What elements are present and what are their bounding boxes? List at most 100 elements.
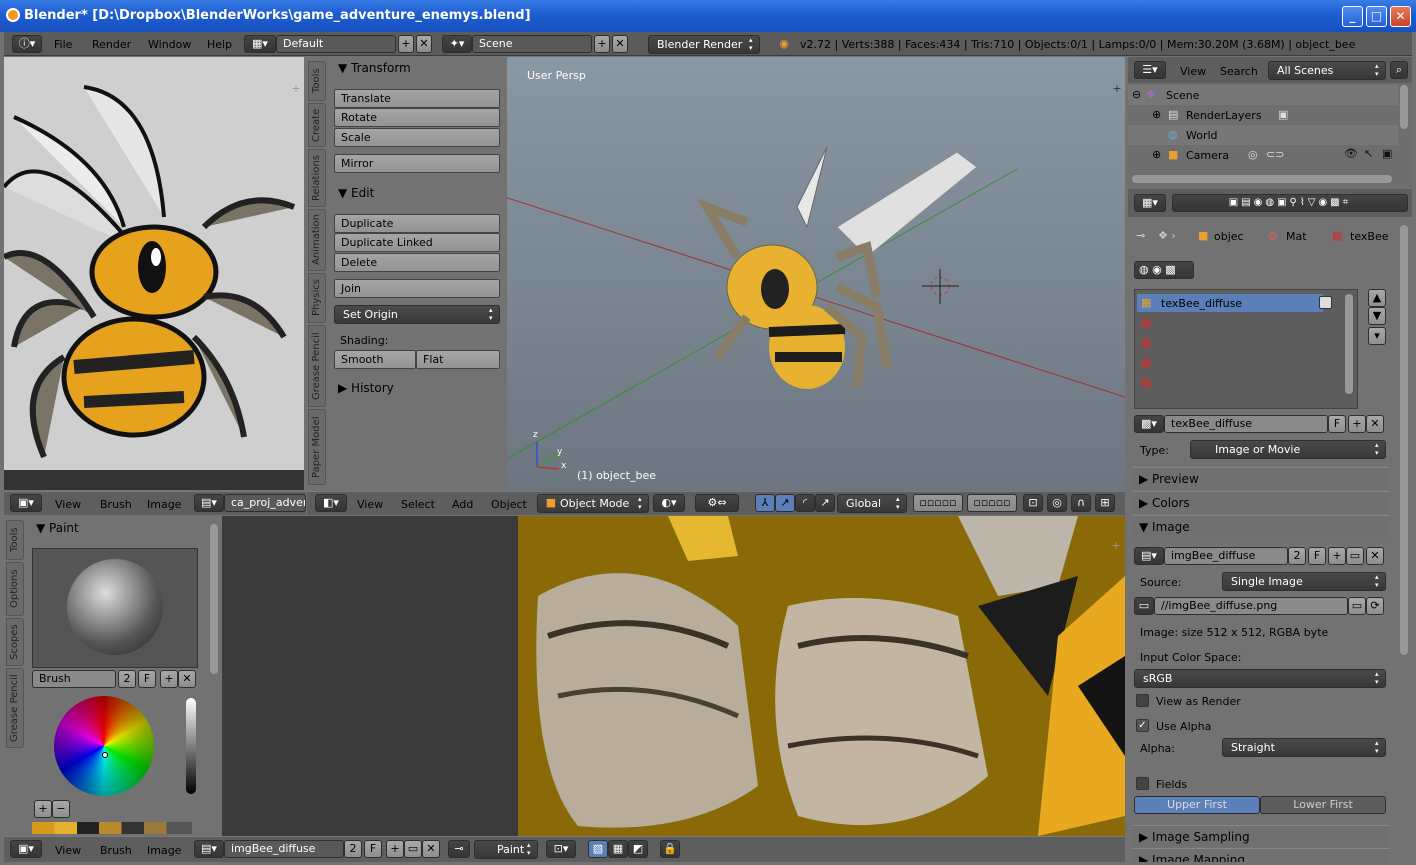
brush-name-field[interactable]: Brush [32, 670, 116, 688]
lock-icon[interactable]: 🔒 [660, 840, 680, 858]
brush-add-button[interactable]: + [160, 670, 178, 688]
texture-add-button[interactable]: + [1348, 415, 1366, 433]
tab-create[interactable]: Create [308, 103, 326, 147]
properties-scrollbar[interactable] [1400, 225, 1408, 655]
tab-options[interactable]: Options [6, 562, 24, 616]
menu-window[interactable]: Window [148, 38, 191, 51]
snap-icon[interactable]: ∩ [1071, 494, 1091, 512]
outliner-row-world[interactable]: ◍ World [1128, 125, 1398, 145]
outliner-row-scene[interactable]: ⊖ ❖ Scene [1128, 85, 1398, 105]
image-filepath-field[interactable]: //imgBee_diffuse.png [1154, 597, 1348, 615]
3d-viewport[interactable]: User Persp z y x (1) object_bee + [507, 57, 1125, 490]
menu-image-bottom[interactable]: Image [147, 844, 181, 857]
editor-type-3d-icon[interactable]: ◧▾ [315, 494, 347, 512]
texture-context-buttons[interactable]: ◍ ◉ ▩ [1134, 261, 1194, 279]
brush-fake-user-button[interactable]: F [138, 670, 156, 688]
image-open-props[interactable]: ▭ [1346, 547, 1364, 565]
render-camera-icon[interactable]: ▣ [1382, 147, 1392, 160]
expand-icon[interactable]: ⊖ [1132, 88, 1141, 101]
outliner-row-camera[interactable]: ⊕ ■ Camera ◎ ⊂⊃ 👁 ↖ ▣ [1128, 145, 1398, 165]
menu-object[interactable]: Object [491, 498, 527, 511]
texture-fake-user-button[interactable]: F [1328, 415, 1346, 433]
image-fake-user-props[interactable]: F [1308, 547, 1326, 565]
browse-file-button[interactable]: ▭ [1348, 597, 1366, 615]
viewport-shading-icon[interactable]: ◐▾ [653, 494, 685, 512]
empty-slot-icon[interactable]: ▩ [1141, 316, 1151, 329]
snap-element-icon[interactable]: ⊞ [1095, 494, 1115, 512]
draw-channels-z-icon[interactable]: ◩ [628, 840, 648, 858]
outliner-vscrollbar[interactable] [1400, 85, 1408, 129]
menu-brush[interactable]: Brush [100, 498, 132, 511]
scene-icon[interactable]: ✦▾ [442, 35, 472, 53]
outliner-hscrollbar[interactable] [1132, 175, 1392, 183]
image-open-button[interactable]: ▭ [404, 840, 422, 858]
join-button[interactable]: Join [334, 279, 500, 298]
move-slot-down-button[interactable]: ▼ [1368, 307, 1386, 325]
editor-type-properties-icon[interactable]: ▦▾ [1134, 194, 1166, 212]
brush-users-count[interactable]: 2 [118, 670, 136, 688]
menu-view-3d[interactable]: View [357, 498, 383, 511]
image-sampling-panel-header[interactable]: ▶ Image Sampling [1133, 825, 1389, 847]
menu-file[interactable]: File [54, 38, 72, 51]
move-slot-up-button[interactable]: ▲ [1368, 289, 1386, 307]
brush-preview[interactable] [32, 548, 198, 668]
texture-browse-icon[interactable]: ▩▾ [1134, 415, 1164, 433]
rotate-manipulator-icon[interactable]: ◜ [795, 494, 815, 512]
value-slider[interactable] [186, 698, 196, 794]
menu-view[interactable]: View [55, 498, 81, 511]
expand-icon[interactable]: ⊕ [1152, 108, 1161, 121]
tab-tools-paint[interactable]: Tools [6, 520, 24, 560]
empty-slot-icon[interactable]: ▩ [1141, 376, 1151, 389]
add-layout-button[interactable]: + [398, 35, 414, 53]
texture-type-dropdown[interactable]: Image or Movie [1190, 440, 1386, 459]
image-name-field-bottom[interactable]: imgBee_diffuse [224, 840, 344, 858]
region-plus-icon[interactable]: + [1108, 538, 1124, 554]
palette-remove-button[interactable]: − [52, 800, 70, 818]
input-color-space-dropdown[interactable]: sRGB [1134, 669, 1386, 688]
edit-panel-header[interactable]: ▼ Edit [338, 186, 374, 200]
pin-icon[interactable]: ⊸ [448, 840, 470, 858]
lower-first-button[interactable]: Lower First [1260, 796, 1386, 814]
editor-type-info-icon[interactable]: ⓘ▾ [12, 35, 42, 53]
proportional-edit-icon[interactable]: ◎ [1047, 494, 1067, 512]
flat-button[interactable]: Flat [416, 350, 500, 369]
texture-slot-active[interactable]: ▦ texBee_diffuse [1137, 294, 1323, 312]
tab-physics[interactable]: Physics [308, 273, 326, 323]
texture-slot-enable-checkbox[interactable] [1319, 296, 1332, 309]
duplicate-button[interactable]: Duplicate [334, 214, 500, 233]
image-editor-paint-canvas[interactable]: + [222, 516, 1125, 836]
paint-panel-scrollbar[interactable] [210, 524, 218, 674]
layers-group-1[interactable]: ▫▫▫▫▫ [913, 494, 963, 512]
tab-scopes[interactable]: Scopes [6, 618, 24, 666]
region-plus-icon[interactable]: + [288, 81, 304, 97]
outliner-row-renderlayers[interactable]: ⊕ ▤ RenderLayers ▣ [1128, 105, 1398, 125]
image-panel-header[interactable]: ▼ Image [1133, 515, 1389, 537]
remove-scene-button[interactable]: ✕ [612, 35, 628, 53]
pin-icon[interactable]: ⊸ [1136, 229, 1145, 242]
outliner-filter-dropdown[interactable]: All Scenes [1268, 61, 1386, 80]
texture-remove-button[interactable]: ✕ [1366, 415, 1384, 433]
menu-view-bottom[interactable]: View [55, 844, 81, 857]
use-alpha-checkbox[interactable]: ✓ [1136, 719, 1149, 732]
close-button[interactable]: ✕ [1390, 6, 1411, 27]
texture-slot-list[interactable]: ▦ texBee_diffuse ▩ ▩ ▩ ▩ [1134, 289, 1358, 409]
alpha-mode-dropdown[interactable]: Straight [1222, 738, 1386, 757]
palette-add-button[interactable]: + [34, 800, 52, 818]
render-engine-dropdown[interactable]: Blender Render [648, 35, 760, 54]
image-mode-dropdown[interactable]: Paint [474, 840, 538, 859]
fields-checkbox[interactable] [1136, 777, 1149, 790]
image-name-field[interactable]: ca_proj_advent [224, 494, 306, 512]
layers-group-2[interactable]: ▫▫▫▫▫ [967, 494, 1017, 512]
editor-type-image-icon-bottom[interactable]: ▣▾ [10, 840, 42, 858]
paint-panel-header[interactable]: ▼ Paint [36, 521, 79, 535]
search-icon[interactable]: ⌕ [1390, 61, 1408, 79]
translate-manipulator-icon[interactable]: ↗ [775, 494, 795, 512]
remove-layout-button[interactable]: ✕ [416, 35, 432, 53]
translate-button[interactable]: Translate [334, 89, 500, 108]
tab-grease-pencil-paint[interactable]: Grease Pencil [6, 668, 24, 748]
pivot-icon-bottom[interactable]: ⊡▾ [546, 840, 576, 858]
tab-relations[interactable]: Relations [308, 149, 326, 207]
tab-tools[interactable]: Tools [308, 61, 326, 101]
preview-panel-header[interactable]: ▶ Preview [1133, 467, 1389, 489]
properties-context-tabs[interactable]: ▣▤◉◍▣⚲⌇▽◉▩⌗ [1172, 194, 1408, 212]
